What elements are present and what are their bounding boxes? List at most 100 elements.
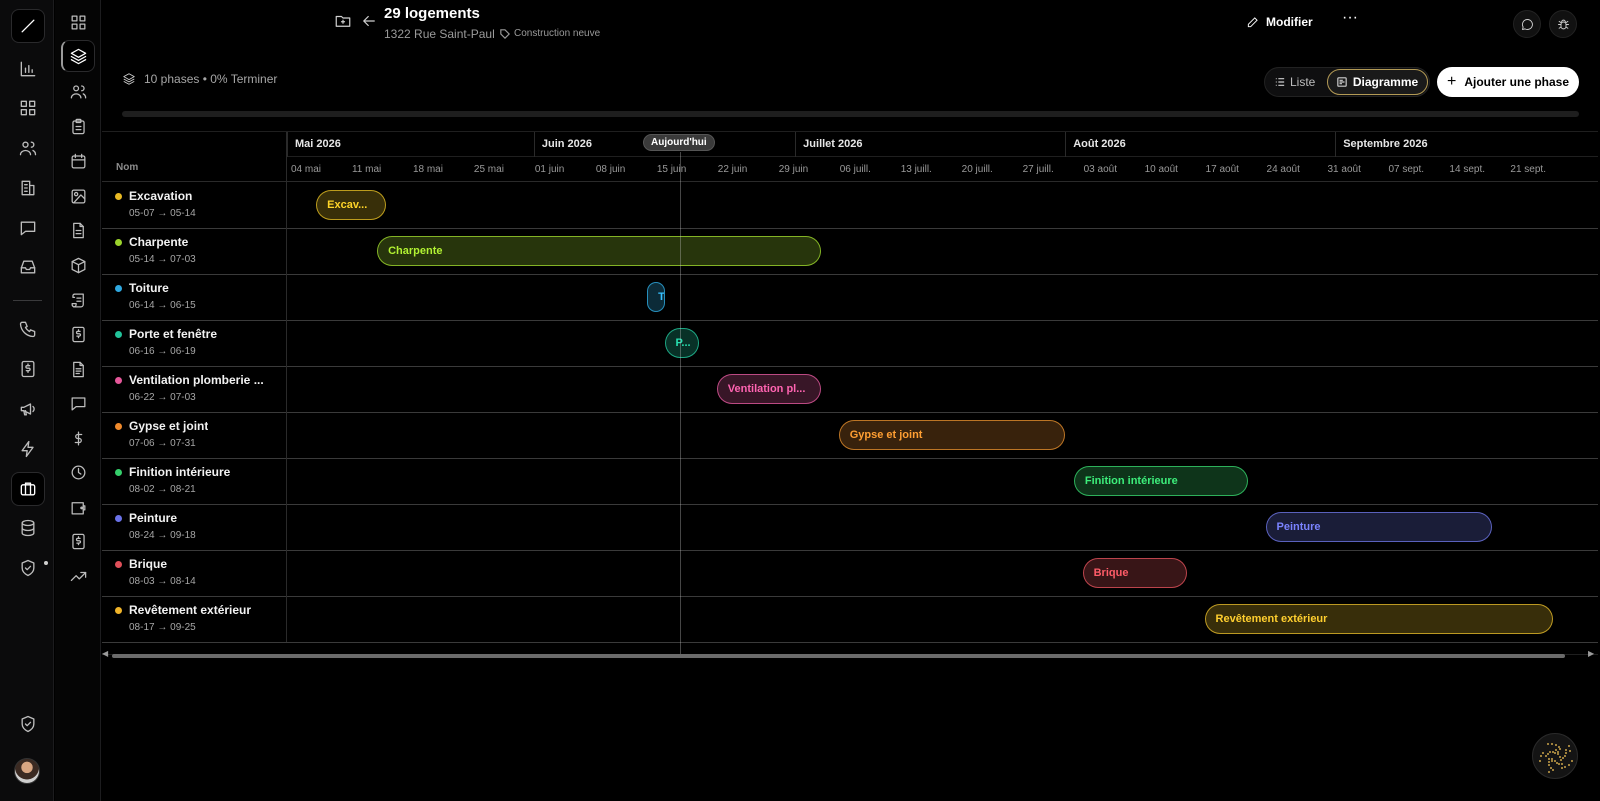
week-label: 22 juin xyxy=(717,164,748,175)
month-label: Septembre 2026 xyxy=(1335,132,1598,157)
phase-dates: 07-06 → 07-31 xyxy=(129,438,196,449)
phase-name: Finition intérieure xyxy=(129,465,231,479)
week-label: 15 juin xyxy=(656,164,687,175)
phase-bar[interactable]: Peinture xyxy=(1265,512,1492,542)
phase-name-cell[interactable]: Porte et fenêtre 06-16 → 06-19 xyxy=(102,320,287,366)
phase-row[interactable]: Brique 08-03 → 08-14 Brique xyxy=(102,550,1598,597)
file-text-icon[interactable] xyxy=(61,353,95,385)
users-icon[interactable] xyxy=(61,75,95,107)
bar-chart-icon[interactable] xyxy=(11,52,45,86)
phase-row[interactable]: Toiture 06-14 → 06-15 T... xyxy=(102,274,1598,321)
phase-bar[interactable]: Ventilation pl... xyxy=(716,374,822,404)
message-icon[interactable] xyxy=(11,211,45,245)
grid-icon[interactable] xyxy=(11,91,45,125)
megaphone-icon[interactable] xyxy=(11,392,45,426)
phase-bar[interactable]: Finition intérieure xyxy=(1073,466,1249,496)
wallet-icon[interactable] xyxy=(61,491,95,523)
phase-row[interactable]: Revêtement extérieur 08-17 → 09-25 Revêtem… xyxy=(102,596,1598,643)
dollar-receipt-icon[interactable] xyxy=(11,352,45,386)
building-icon[interactable] xyxy=(11,171,45,205)
horizontal-scrollbar-top[interactable] xyxy=(122,111,1579,117)
phase-bar[interactable]: Charpente xyxy=(377,236,822,266)
scroll-right-arrow-icon[interactable]: ▶ xyxy=(1588,649,1594,658)
phase-row[interactable]: Finition intérieure 08-02 → 08-21 Finition… xyxy=(102,458,1598,505)
today-marker-line xyxy=(680,152,681,656)
assistant-bubble-icon[interactable] xyxy=(1532,733,1578,779)
week-label: 03 août xyxy=(1083,164,1117,175)
phase-color-dot xyxy=(115,285,122,292)
phase-row[interactable]: Excavation 05-07 → 05-14 Excav... xyxy=(102,182,1598,229)
phase-row[interactable]: Charpente 05-14 → 07-03 Charpente xyxy=(102,228,1598,275)
dollar-receipt-icon[interactable] xyxy=(61,525,95,557)
phase-name-cell[interactable]: Brique 08-03 → 08-14 xyxy=(102,550,287,596)
dollar-receipt-icon[interactable] xyxy=(61,318,95,350)
phase-name-cell[interactable]: Peinture 08-24 → 09-18 xyxy=(102,504,287,550)
phase-name-cell[interactable]: Revêtement extérieur 08-17 → 09-25 xyxy=(102,596,287,642)
phase-color-dot xyxy=(115,515,122,522)
phase-bar[interactable]: Revêtement extérieur xyxy=(1204,604,1553,634)
scrollbar-thumb[interactable] xyxy=(112,654,1565,658)
week-label: 14 sept. xyxy=(1449,164,1486,175)
phase-row[interactable]: Peinture 08-24 → 09-18 Peinture xyxy=(102,504,1598,551)
phase-color-dot xyxy=(115,423,122,430)
file-icon[interactable] xyxy=(61,214,95,246)
avatar[interactable] xyxy=(14,758,40,784)
bug-report-button[interactable] xyxy=(1549,10,1577,38)
database-icon[interactable] xyxy=(11,511,45,545)
edit-button[interactable]: Modifier xyxy=(1246,11,1313,33)
logo-slash-icon[interactable] xyxy=(11,9,45,43)
scroll-icon[interactable] xyxy=(61,284,95,316)
dollar-icon[interactable] xyxy=(61,422,95,454)
phase-name-cell[interactable]: Gypse et joint 07-06 → 07-31 xyxy=(102,412,287,458)
users-icon[interactable] xyxy=(11,131,45,165)
clock-icon[interactable] xyxy=(61,456,95,488)
lightning-icon[interactable] xyxy=(11,432,45,466)
phase-row[interactable]: Ventilation plomberie ... 06-22 → 07-03 Ve… xyxy=(102,366,1598,413)
week-label: 07 sept. xyxy=(1388,164,1425,175)
trending-up-icon[interactable] xyxy=(61,560,95,592)
horizontal-scrollbar-bottom[interactable]: ◀ ▶ xyxy=(102,649,1598,661)
layers-icon[interactable] xyxy=(61,40,95,72)
calendar-icon[interactable] xyxy=(61,145,95,177)
phase-name-cell[interactable]: Ventilation plomberie ... 06-22 → 07-03 xyxy=(102,366,287,412)
image-icon[interactable] xyxy=(61,180,95,212)
phase-bar[interactable]: Gypse et joint xyxy=(838,420,1066,450)
list-icon xyxy=(1275,78,1285,86)
week-label: 18 mai xyxy=(412,164,443,175)
shield-check-icon[interactable] xyxy=(11,707,45,741)
phase-bar[interactable]: P... xyxy=(664,328,700,358)
phase-bar[interactable]: Brique xyxy=(1082,558,1188,588)
add-phase-button[interactable]: + Ajouter une phase xyxy=(1437,67,1579,97)
primary-sidebar xyxy=(0,0,54,801)
view-list-button[interactable]: Liste xyxy=(1275,72,1315,92)
more-options-button[interactable]: ··· xyxy=(1340,10,1360,31)
phase-name-cell[interactable]: Excavation 05-07 → 05-14 xyxy=(102,182,287,228)
phase-name: Porte et fenêtre xyxy=(129,327,218,341)
shield-check-icon[interactable] xyxy=(11,551,45,585)
back-arrow-icon[interactable] xyxy=(360,12,378,30)
week-label: 31 août xyxy=(1327,164,1361,175)
phase-name-cell[interactable]: Charpente 05-14 → 07-03 xyxy=(102,228,287,274)
grid-icon[interactable] xyxy=(61,6,95,38)
phase-color-dot xyxy=(115,377,122,384)
phase-row[interactable]: Gypse et joint 07-06 → 07-31 Gypse et join… xyxy=(102,412,1598,459)
phase-row[interactable]: Porte et fenêtre 06-16 → 06-19 P... xyxy=(102,320,1598,367)
view-diagram-button[interactable]: Diagramme xyxy=(1327,69,1428,95)
phase-name: Charpente xyxy=(129,235,189,249)
chat-button[interactable] xyxy=(1513,10,1541,38)
briefcase-icon[interactable] xyxy=(11,472,45,506)
month-label: Juillet 2026 xyxy=(795,132,1065,157)
phase-dates: 08-17 → 09-25 xyxy=(129,622,196,633)
phone-icon[interactable] xyxy=(11,312,45,346)
phase-name-cell[interactable]: Finition intérieure 08-02 → 08-21 xyxy=(102,458,287,504)
package-icon[interactable] xyxy=(61,249,95,281)
phase-name: Gypse et joint xyxy=(129,419,209,433)
message-icon[interactable] xyxy=(61,387,95,419)
phase-name-cell[interactable]: Toiture 06-14 → 06-15 xyxy=(102,274,287,320)
scroll-left-arrow-icon[interactable]: ◀ xyxy=(102,649,108,658)
folder-icon[interactable] xyxy=(334,12,352,30)
phase-bar[interactable]: T... xyxy=(647,282,665,312)
inbox-icon[interactable] xyxy=(11,250,45,284)
phase-bar[interactable]: Excav... xyxy=(316,190,386,220)
clipboard-icon[interactable] xyxy=(61,110,95,142)
